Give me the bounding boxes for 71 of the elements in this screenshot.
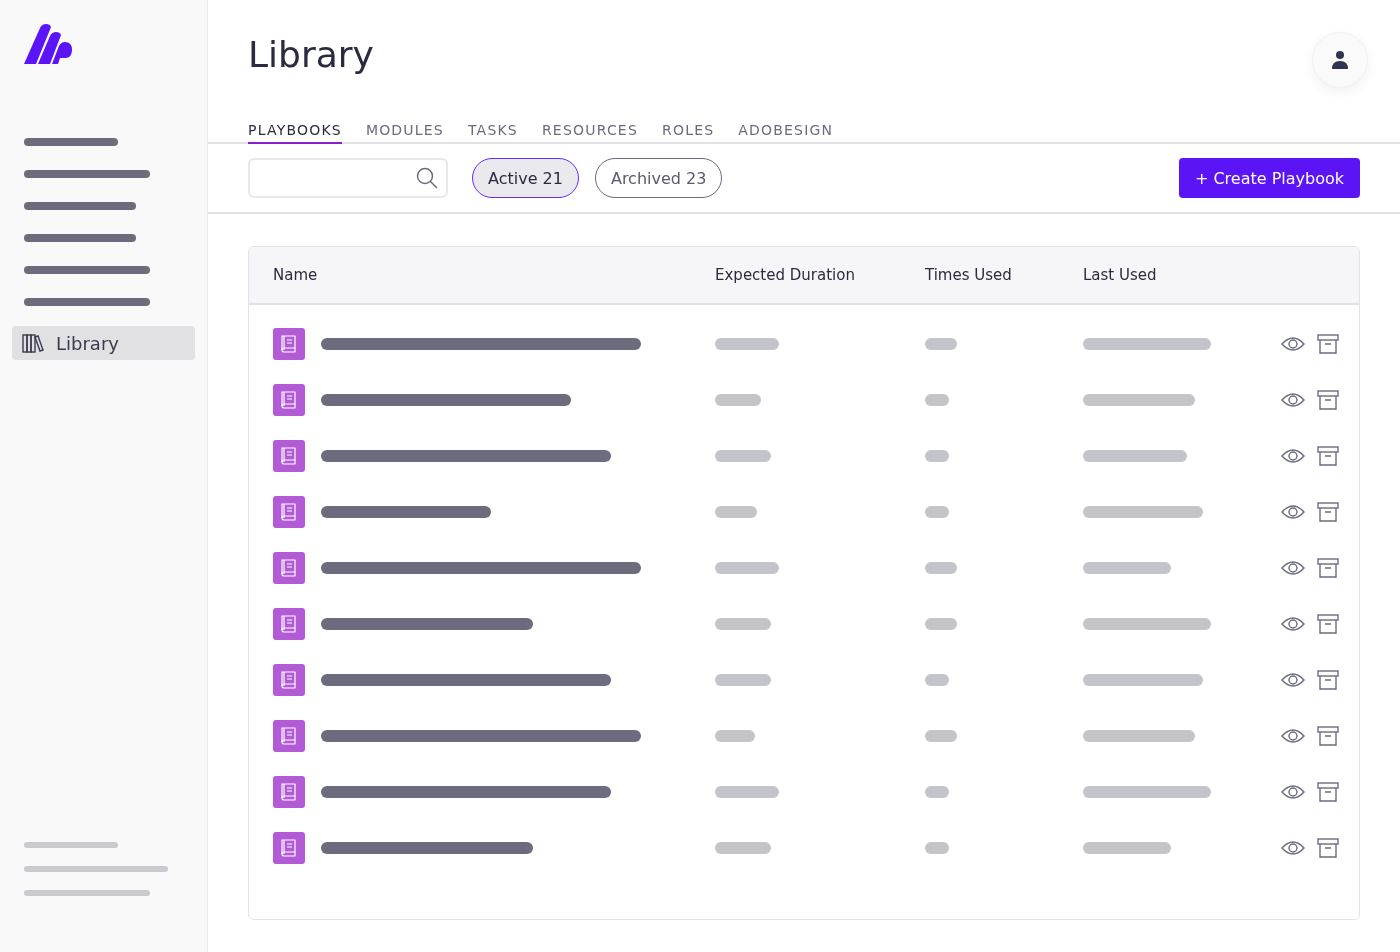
duration-placeholder-bar: [715, 394, 761, 406]
book-icon: [273, 720, 305, 752]
duration-placeholder-bar: [715, 730, 755, 742]
times-placeholder-bar: [925, 842, 949, 854]
column-header: Name: [273, 266, 319, 284]
archive-icon[interactable]: [1317, 614, 1339, 634]
archive-icon[interactable]: [1317, 334, 1339, 354]
column-header: Last Used: [1083, 266, 1158, 284]
eye-icon[interactable]: [1281, 448, 1305, 464]
eye-icon[interactable]: [1281, 784, 1305, 800]
archive-icon[interactable]: [1317, 446, 1339, 466]
eye-icon[interactable]: [1281, 392, 1305, 408]
duration-placeholder-bar: [715, 562, 779, 574]
eye-icon[interactable]: [1281, 616, 1305, 632]
duration-placeholder-bar: [715, 618, 771, 630]
archive-icon[interactable]: [1317, 726, 1339, 746]
archive-icon[interactable]: [1317, 502, 1339, 522]
book-icon: [273, 776, 305, 808]
tab[interactable]: RESOURCES: [541, 122, 638, 144]
filter-chip[interactable]: Active 21: [472, 158, 579, 198]
book-icon: [273, 384, 305, 416]
book-icon: [273, 664, 305, 696]
create-playbook-button[interactable]: + Create Playbook: [1178, 158, 1360, 198]
search-icon: [416, 167, 438, 189]
times-placeholder-bar: [925, 394, 949, 406]
eye-icon[interactable]: [1281, 840, 1305, 856]
logo-icon: [24, 24, 72, 64]
tab[interactable]: PLAYBOOKS: [248, 122, 342, 144]
tab[interactable]: MODULES: [365, 122, 444, 144]
filter-chip[interactable]: Archived 23: [594, 158, 723, 198]
tab[interactable]: TASKS: [467, 122, 518, 144]
times-placeholder-bar: [925, 450, 949, 462]
times-placeholder-bar: [925, 618, 957, 630]
eye-icon[interactable]: [1281, 672, 1305, 688]
book-icon: [273, 608, 305, 640]
avatar-button[interactable]: [1312, 32, 1368, 88]
book-icon: [273, 552, 305, 584]
archive-icon[interactable]: [1317, 558, 1339, 578]
search-field[interactable]: [248, 158, 448, 198]
book-icon: [273, 328, 305, 360]
book-icon: [273, 832, 305, 864]
duration-placeholder-bar: [715, 338, 779, 350]
books-icon: [22, 333, 44, 353]
column-header: Expected Duration: [715, 266, 856, 284]
archive-icon[interactable]: [1317, 390, 1339, 410]
archive-icon[interactable]: [1317, 838, 1339, 858]
eye-icon[interactable]: [1281, 504, 1305, 520]
archive-icon[interactable]: [1317, 782, 1339, 802]
duration-placeholder-bar: [715, 842, 771, 854]
page-title: Library: [248, 34, 374, 75]
book-icon: [273, 440, 305, 472]
duration-placeholder-bar: [715, 450, 771, 462]
duration-placeholder-bar: [715, 506, 757, 518]
times-placeholder-bar: [925, 674, 949, 686]
eye-icon[interactable]: [1281, 336, 1305, 352]
tab[interactable]: ROLES: [662, 122, 715, 144]
duration-placeholder-bar: [715, 786, 779, 798]
column-header: Times Used: [925, 266, 1013, 284]
times-placeholder-bar: [925, 786, 949, 798]
user-icon: [1331, 50, 1349, 70]
times-placeholder-bar: [925, 730, 957, 742]
times-placeholder-bar: [925, 506, 949, 518]
tab[interactable]: ADOBESIGN: [738, 122, 834, 144]
archive-icon[interactable]: [1317, 670, 1339, 690]
book-icon: [273, 496, 305, 528]
duration-placeholder-bar: [715, 674, 771, 686]
eye-icon[interactable]: [1281, 560, 1305, 576]
times-placeholder-bar: [925, 338, 957, 350]
sidebar-item[interactable]: Library: [12, 326, 195, 360]
times-placeholder-bar: [925, 562, 957, 574]
eye-icon[interactable]: [1281, 728, 1305, 744]
